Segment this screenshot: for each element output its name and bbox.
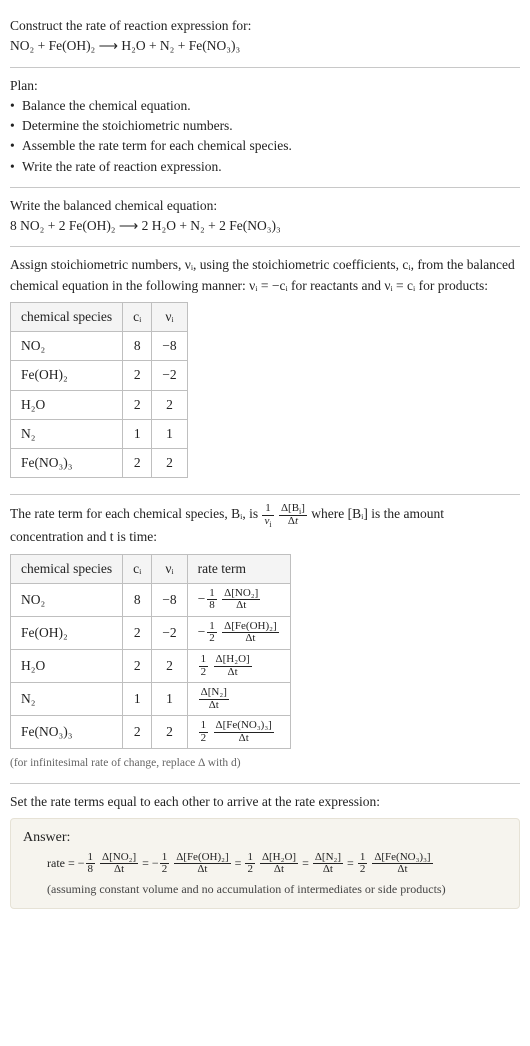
answer-box: Answer: rate = −18 Δ[NO₂]Δt = −12 Δ[Fe(O… — [10, 818, 520, 909]
balanced-section: Write the balanced chemical equation: 8 … — [10, 188, 520, 248]
cell-ci: 1 — [123, 683, 152, 716]
rate-intro-frac2: Δ[Bi]Δt — [279, 503, 307, 527]
col-nu: νᵢ — [152, 554, 187, 583]
plan-item-text: Determine the stoichiometric numbers. — [22, 116, 233, 136]
cell-rate-term: 12 Δ[H₂O]Δt — [187, 650, 290, 683]
cell-ci: 2 — [123, 716, 152, 749]
plan-heading: Plan: — [10, 76, 520, 96]
table-row: NO₂8−8 — [11, 332, 188, 361]
plan-list: •Balance the chemical equation.•Determin… — [10, 96, 520, 177]
cell-ci: 2 — [123, 616, 152, 649]
table-row: N₂11 — [11, 419, 188, 448]
cell-ci: 8 — [123, 332, 152, 361]
stoich-table: chemical species cᵢ νᵢ NO₂8−8Fe(OH)₂2−2H… — [10, 302, 188, 479]
cell-nu: 2 — [152, 449, 187, 478]
table-row: H₂O2212 Δ[H₂O]Δt — [11, 650, 291, 683]
plan-item: •Assemble the rate term for each chemica… — [10, 136, 520, 156]
cell-rate-term: 12 Δ[Fe(NO₃)₃]Δt — [187, 716, 290, 749]
cell-nu: −8 — [152, 332, 187, 361]
final-section: Set the rate terms equal to each other t… — [10, 784, 520, 919]
cell-species: H₂O — [11, 390, 123, 419]
cell-ci: 2 — [123, 650, 152, 683]
rate-intro-pre: The rate term for each chemical species,… — [10, 506, 261, 521]
col-species: chemical species — [11, 554, 123, 583]
cell-nu: 2 — [152, 390, 187, 419]
col-nu: νᵢ — [152, 302, 187, 331]
cell-nu: 2 — [152, 650, 187, 683]
rate-terms-table: chemical species cᵢ νᵢ rate term NO₂8−8−… — [10, 554, 291, 750]
table-row: Fe(NO₃)₃22 — [11, 449, 188, 478]
col-ci: cᵢ — [123, 554, 152, 583]
cell-species: H₂O — [11, 650, 123, 683]
cell-ci: 1 — [123, 419, 152, 448]
cell-nu: −8 — [152, 583, 187, 616]
plan-item: •Write the rate of reaction expression. — [10, 157, 520, 177]
cell-ci: 2 — [123, 361, 152, 390]
unbalanced-equation: NO₂ + Fe(OH)₂ ⟶ H₂O + N₂ + Fe(NO₃)₃ — [10, 36, 520, 56]
cell-rate-term: −18 Δ[NO₂]Δt — [187, 583, 290, 616]
col-species: chemical species — [11, 302, 123, 331]
balanced-equation: 8 NO₂ + 2 Fe(OH)₂ ⟶ 2 H₂O + N₂ + 2 Fe(NO… — [10, 216, 520, 236]
rate-terms-hint: (for infinitesimal rate of change, repla… — [10, 755, 520, 772]
table-row: H₂O22 — [11, 390, 188, 419]
cell-nu: −2 — [152, 361, 187, 390]
cell-ci: 2 — [123, 390, 152, 419]
cell-species: N₂ — [11, 683, 123, 716]
cell-ci: 2 — [123, 449, 152, 478]
answer-label: Answer: — [23, 827, 507, 848]
cell-species: NO₂ — [11, 583, 123, 616]
cell-nu: 1 — [152, 419, 187, 448]
table-row: NO₂8−8−18 Δ[NO₂]Δt — [11, 583, 291, 616]
cell-nu: 1 — [152, 683, 187, 716]
col-rate-term: rate term — [187, 554, 290, 583]
plan-item: •Determine the stoichiometric numbers. — [10, 116, 520, 136]
rate-terms-section: The rate term for each chemical species,… — [10, 495, 520, 783]
final-heading: Set the rate terms equal to each other t… — [10, 792, 520, 812]
cell-species: N₂ — [11, 419, 123, 448]
table-row: Fe(NO₃)₃2212 Δ[Fe(NO₃)₃]Δt — [11, 716, 291, 749]
cell-species: Fe(OH)₂ — [11, 616, 123, 649]
plan-item-text: Assemble the rate term for each chemical… — [22, 136, 292, 156]
plan-item-text: Write the rate of reaction expression. — [22, 157, 222, 177]
cell-species: Fe(NO₃)₃ — [11, 449, 123, 478]
table-row: Fe(OH)₂2−2 — [11, 361, 188, 390]
prompt-section: Construct the rate of reaction expressio… — [10, 8, 520, 68]
plan-item: •Balance the chemical equation. — [10, 96, 520, 116]
rate-terms-intro: The rate term for each chemical species,… — [10, 503, 520, 547]
table-row: N₂11Δ[N₂]Δt — [11, 683, 291, 716]
table-row: Fe(OH)₂2−2−12 Δ[Fe(OH)₂]Δt — [11, 616, 291, 649]
cell-ci: 8 — [123, 583, 152, 616]
stoich-section: Assign stoichiometric numbers, νᵢ, using… — [10, 247, 520, 495]
plan-section: Plan: •Balance the chemical equation.•De… — [10, 68, 520, 188]
cell-rate-term: Δ[N₂]Δt — [187, 683, 290, 716]
cell-nu: −2 — [152, 616, 187, 649]
rate-expression: rate = −18 Δ[NO₂]Δt = −12 Δ[Fe(OH)₂]Δt =… — [47, 852, 507, 876]
plan-item-text: Balance the chemical equation. — [22, 96, 191, 116]
cell-species: Fe(NO₃)₃ — [11, 716, 123, 749]
cell-nu: 2 — [152, 716, 187, 749]
balanced-heading: Write the balanced chemical equation: — [10, 196, 520, 216]
cell-species: Fe(OH)₂ — [11, 361, 123, 390]
stoich-intro: Assign stoichiometric numbers, νᵢ, using… — [10, 255, 520, 296]
col-ci: cᵢ — [123, 302, 152, 331]
cell-species: NO₂ — [11, 332, 123, 361]
rate-intro-frac1: 1νi — [262, 503, 273, 527]
cell-rate-term: −12 Δ[Fe(OH)₂]Δt — [187, 616, 290, 649]
prompt-text: Construct the rate of reaction expressio… — [10, 16, 520, 36]
answer-note: (assuming constant volume and no accumul… — [47, 880, 507, 898]
